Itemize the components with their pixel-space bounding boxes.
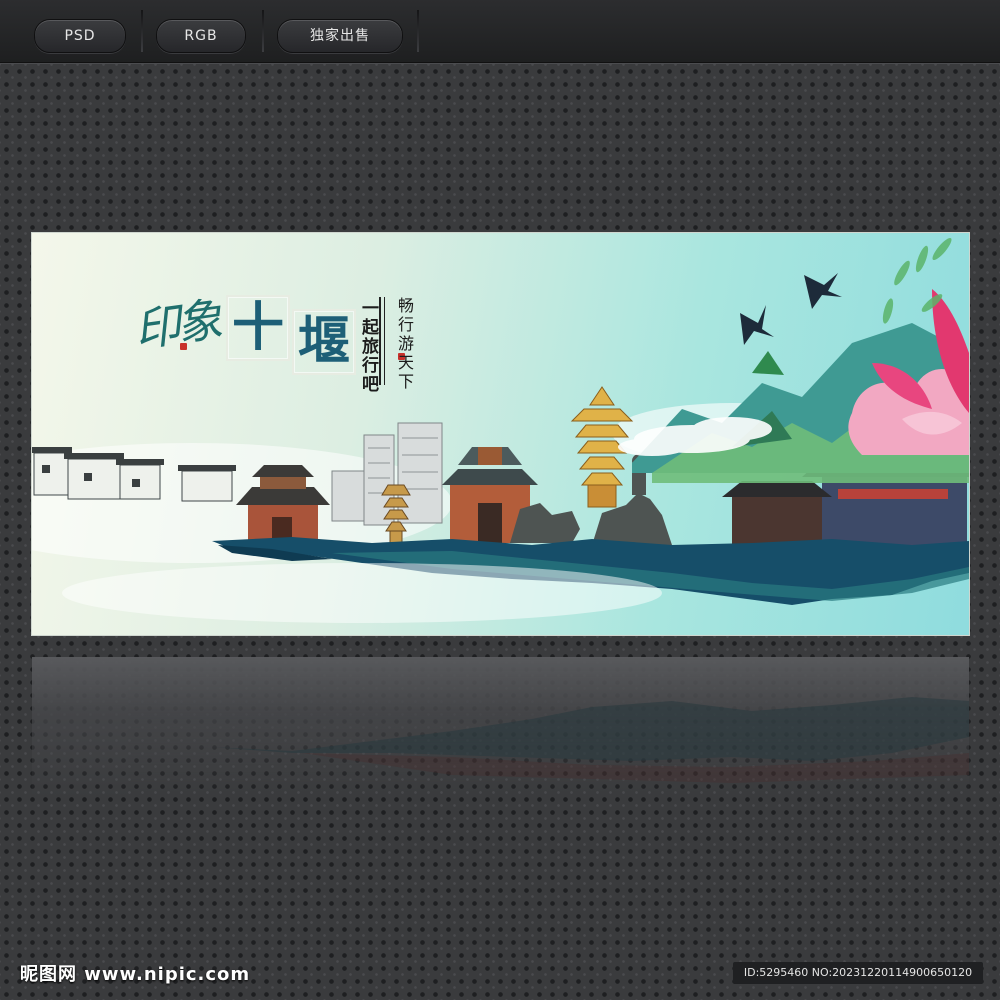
- tab-divider: [141, 10, 143, 52]
- divider-line: [384, 297, 385, 385]
- image-id-label: ID:5295460 NO:20231220114900650120: [733, 962, 983, 984]
- title-char-shi: 十: [226, 295, 290, 361]
- format-tab-bar: PSD RGB 独家出售: [0, 0, 1000, 63]
- red-seal-mark: [180, 343, 187, 350]
- rgb-tab[interactable]: RGB: [156, 19, 246, 53]
- reflection-silhouette: [212, 697, 969, 783]
- title-script: 印象: [131, 292, 222, 358]
- title-char-yan: 堰: [292, 309, 356, 375]
- site-logo[interactable]: 昵图网 www.nipic.com: [20, 960, 250, 986]
- tab-divider: [417, 10, 419, 52]
- poster-reflection: [32, 657, 969, 797]
- exclusive-sale-tab[interactable]: 独家出售: [277, 19, 403, 53]
- tab-divider: [262, 10, 264, 52]
- swallow-birds: [740, 273, 842, 345]
- slogan-travel-world: 畅行游天下: [395, 297, 414, 392]
- slogan-lets-travel: 一起旅行吧: [358, 299, 378, 394]
- tourism-poster[interactable]: 印象 十 堰 一起旅行吧 畅行游天下: [32, 233, 969, 635]
- psd-tab[interactable]: PSD: [34, 19, 126, 53]
